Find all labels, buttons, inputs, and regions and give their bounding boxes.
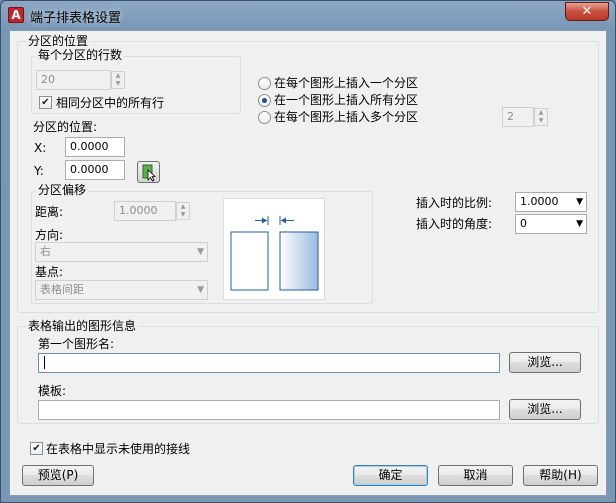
first-drawing-label: 第一个图形名: (38, 337, 115, 351)
insert-scale-value: 1.0000 (520, 195, 559, 208)
chevron-down-icon: ▼ (576, 197, 583, 207)
close-button[interactable]: ✕ (565, 2, 609, 21)
radio-all-in-one-drawing[interactable] (258, 94, 271, 107)
direction-select[interactable]: 右 ▼ (35, 242, 208, 262)
x-coordinate-input[interactable]: 0.0000 (65, 137, 125, 157)
x-label: X: (34, 141, 47, 155)
y-label: Y: (34, 164, 44, 178)
distance-input[interactable]: 1.0000 (114, 201, 176, 221)
radio-one-per-drawing-label: 在每个图形上插入一个分区 (274, 76, 419, 90)
pick-point-icon (142, 164, 157, 182)
window-title: 端子排表格设置 (30, 11, 122, 26)
show-unused-checkbox[interactable]: ✔ (30, 442, 43, 455)
offset-group-heading: 分区偏移 (36, 183, 89, 197)
text-caret (44, 356, 45, 369)
radio-multiple-per-drawing-label: 在每个图形上插入多个分区 (274, 110, 419, 124)
preview-button[interactable]: 预览(P) (22, 465, 94, 486)
rows-spinner[interactable]: ▲ ▼ (111, 71, 125, 89)
offset-preview (223, 198, 325, 300)
basepoint-label: 基点: (35, 265, 64, 279)
insert-scale-select[interactable]: 1.0000 ▼ (515, 192, 587, 212)
multi-count-input[interactable]: 2 (502, 107, 534, 127)
insert-angle-select[interactable]: 0 ▼ (515, 214, 587, 234)
browse-first-drawing-button[interactable]: 浏览... (509, 352, 581, 373)
dialog-body: 分区的位置 每个分区的行数 20 ▲ ▼ ✔ 相同分区中的所有行 在每个图形上插入… (9, 30, 607, 496)
radio-one-per-drawing[interactable] (258, 77, 271, 90)
radio-all-in-one-drawing-label: 在一个图形上插入所有分区 (274, 93, 419, 107)
y-coordinate-input[interactable]: 0.0000 (65, 160, 125, 180)
dialog-window: A 端子排表格设置 ✕ 分区的位置 每个分区的行数 20 ▲ ▼ ✔ 相同分区中的… (0, 0, 616, 503)
radio-multiple-per-drawing[interactable] (258, 111, 271, 124)
cancel-button[interactable]: 取消 (438, 465, 513, 486)
same-section-rows-checkbox[interactable]: ✔ (39, 96, 52, 109)
template-input[interactable] (38, 400, 500, 420)
distance-label: 距离: (35, 205, 64, 219)
title-bar[interactable]: A 端子排表格设置 ✕ (1, 1, 615, 29)
ok-button[interactable]: 确定 (353, 465, 428, 486)
basepoint-value: 表格间距 (40, 283, 84, 296)
template-label: 模板: (38, 384, 67, 398)
insert-scale-label: 插入时的比例: (416, 196, 493, 210)
insert-angle-value: 0 (520, 217, 527, 230)
direction-value: 右 (40, 245, 51, 258)
chevron-down-icon: ▼ (197, 285, 204, 295)
position-group-heading: 分区的位置 (26, 34, 91, 48)
basepoint-select[interactable]: 表格间距 ▼ (35, 280, 208, 300)
pick-point-button[interactable] (137, 161, 160, 183)
distance-spinner[interactable]: ▲ ▼ (176, 202, 190, 220)
rows-per-section-input[interactable]: 20 (36, 70, 111, 90)
chevron-down-icon: ▼ (576, 219, 583, 229)
insert-angle-label: 插入时的角度: (416, 217, 493, 231)
position-xy-heading: 分区的位置: (33, 120, 98, 134)
direction-label: 方向: (35, 228, 64, 242)
show-unused-label: 在表格中显示未使用的接线 (46, 442, 191, 456)
browse-template-button[interactable]: 浏览... (509, 399, 581, 420)
chevron-down-icon: ▼ (197, 247, 204, 257)
first-drawing-input[interactable] (38, 353, 500, 373)
same-section-rows-label: 相同分区中的所有行 (56, 96, 165, 110)
help-button[interactable]: 帮助(H) (523, 465, 598, 486)
offset-preview-diagram (230, 216, 319, 291)
multi-count-spinner[interactable]: ▲ ▼ (534, 108, 548, 126)
autocad-a-icon[interactable]: A (8, 7, 24, 23)
output-group-heading: 表格输出的图形信息 (26, 319, 139, 333)
rows-group-heading: 每个分区的行数 (36, 48, 125, 62)
